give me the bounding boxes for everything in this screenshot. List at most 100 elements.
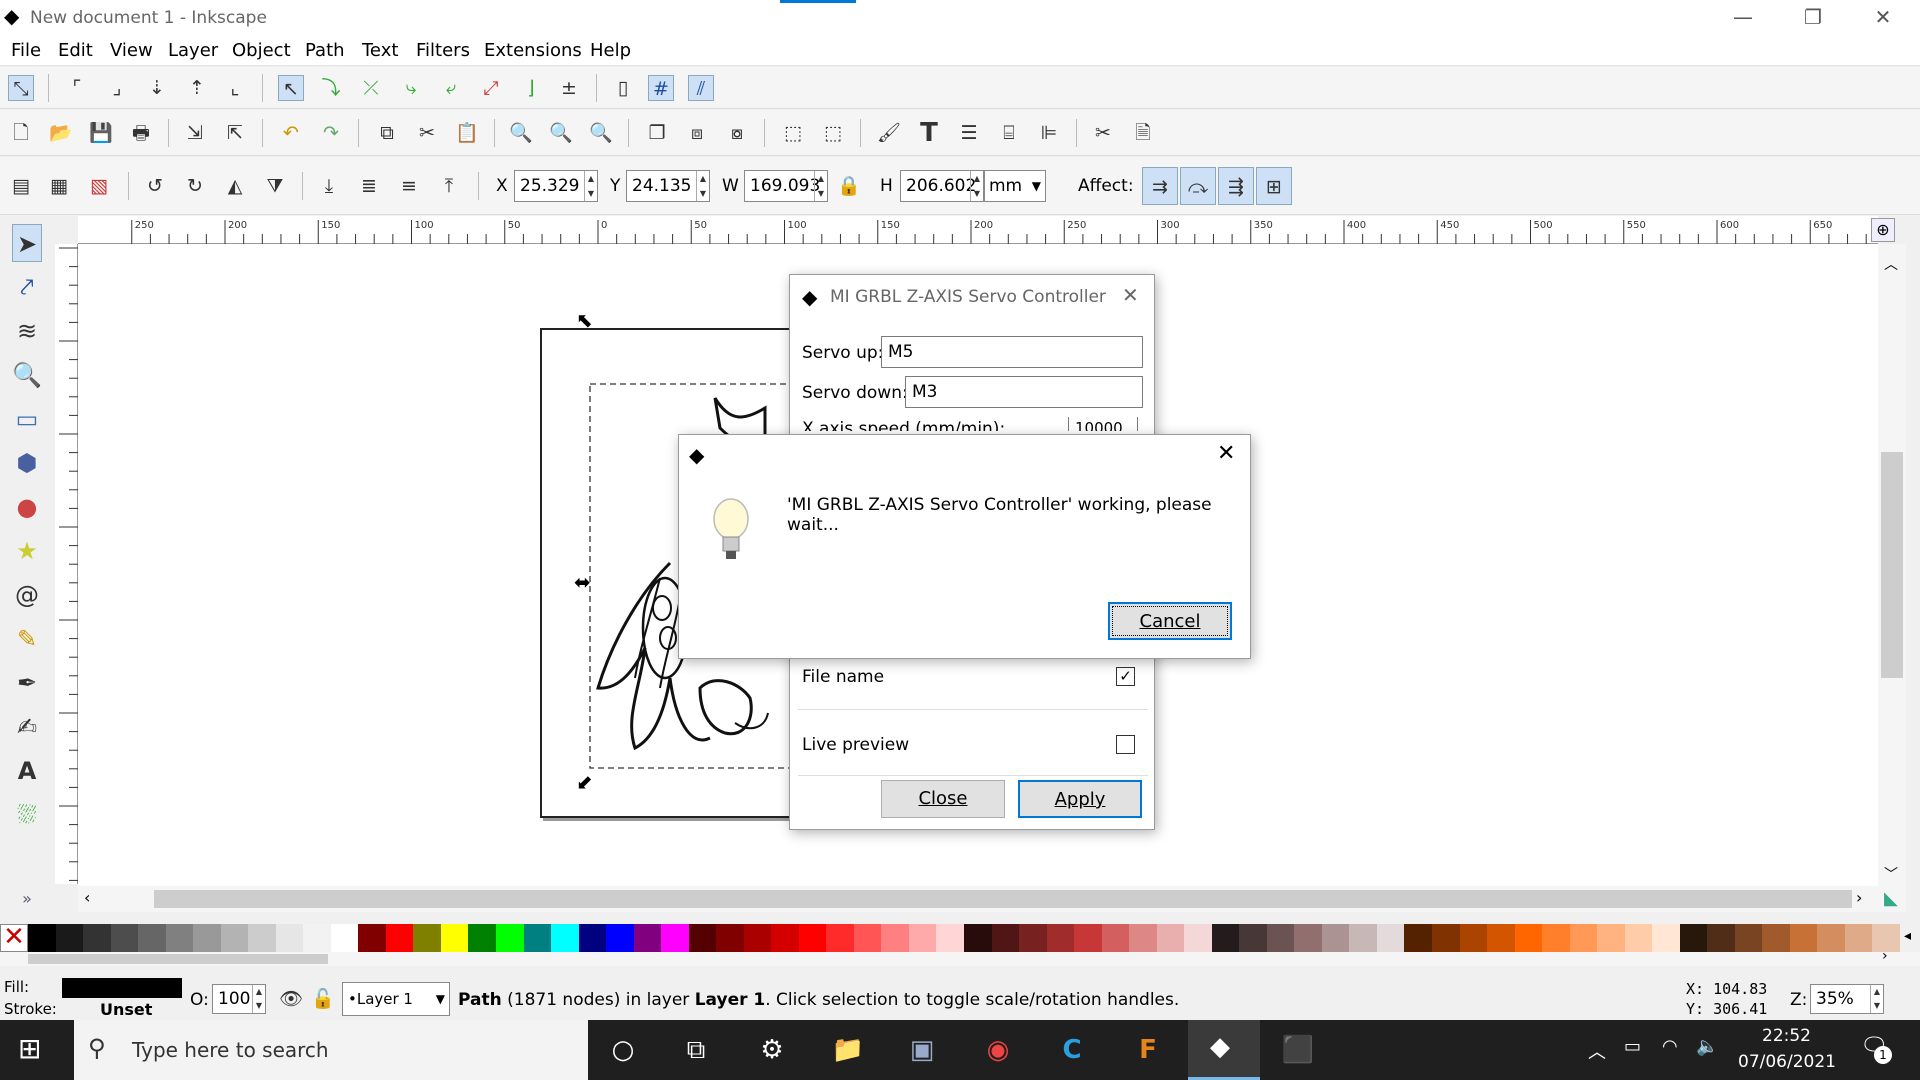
text-font-icon[interactable]: T bbox=[916, 120, 942, 146]
h-spinner-icon[interactable]: ▲ ▼ bbox=[970, 171, 983, 201]
print-icon[interactable]: 🖶 bbox=[128, 120, 154, 146]
zoom-spinner-icon[interactable]: ▲ ▼ bbox=[1870, 985, 1883, 1013]
color-managed-icon[interactable]: ◣ bbox=[1884, 888, 1898, 909]
expand-toolbox-icon[interactable]: » bbox=[12, 880, 42, 918]
undo-icon[interactable]: ↶ bbox=[278, 120, 304, 146]
clock-date[interactable]: 07/06/2021 bbox=[1738, 1052, 1836, 1072]
stroke-value[interactable]: Unset bbox=[100, 1000, 152, 1019]
xml-editor-icon[interactable]: ⌸ bbox=[996, 120, 1022, 146]
opacity-input[interactable]: 100 ▲ ▼ bbox=[212, 984, 266, 1014]
color-swatch[interactable] bbox=[1597, 924, 1625, 952]
color-swatch[interactable] bbox=[1156, 924, 1185, 952]
color-swatch[interactable] bbox=[1652, 924, 1680, 952]
y-input[interactable]: 24.135 ▲ ▼ bbox=[626, 170, 710, 202]
color-swatch[interactable] bbox=[385, 924, 414, 952]
deselect-icon[interactable]: ▧ bbox=[86, 173, 112, 199]
tweak-tool-icon[interactable]: ≋ bbox=[12, 312, 42, 350]
color-swatch[interactable] bbox=[661, 924, 689, 952]
color-swatch[interactable] bbox=[1376, 924, 1405, 952]
color-swatch[interactable] bbox=[1046, 924, 1075, 952]
layer-select[interactable]: •Layer 1 ▼ bbox=[342, 982, 450, 1016]
color-swatch[interactable] bbox=[1239, 924, 1267, 952]
volume-icon[interactable]: 🔈 bbox=[1696, 1036, 1718, 1057]
color-swatch[interactable] bbox=[303, 924, 331, 952]
color-swatch[interactable] bbox=[55, 924, 84, 952]
color-swatch[interactable] bbox=[28, 924, 56, 952]
color-swatch[interactable] bbox=[853, 924, 882, 952]
color-swatch[interactable] bbox=[1707, 924, 1735, 952]
winrar-icon[interactable]: ▣ bbox=[902, 1032, 942, 1068]
menu-object[interactable]: Object bbox=[232, 40, 291, 61]
color-swatch[interactable] bbox=[936, 924, 964, 952]
fill-stroke-icon[interactable]: 🖌 bbox=[876, 120, 902, 146]
color-swatch[interactable] bbox=[1019, 924, 1047, 952]
rotate-ccw-icon[interactable]: ↺ bbox=[142, 173, 168, 199]
align-distribute-icon[interactable]: ⊫ bbox=[1036, 120, 1062, 146]
color-swatch[interactable] bbox=[1817, 924, 1845, 952]
servo-down-input[interactable]: M3 bbox=[905, 376, 1143, 408]
color-swatch[interactable] bbox=[1184, 924, 1212, 952]
star-tool-icon[interactable]: ★ bbox=[12, 532, 42, 570]
cancel-button[interactable]: Cancel bbox=[1108, 602, 1232, 640]
scroll-left-icon[interactable]: ‹ bbox=[84, 888, 90, 907]
vertical-scroll-thumb[interactable] bbox=[1881, 452, 1903, 678]
snap-bbox-corner-icon[interactable]: ⇣ bbox=[144, 75, 170, 101]
color-swatch[interactable] bbox=[1211, 924, 1240, 952]
snap-intersection-icon[interactable]: ⤫ bbox=[358, 75, 384, 101]
color-swatch[interactable] bbox=[468, 924, 496, 952]
app-c-icon[interactable]: C bbox=[1052, 1032, 1092, 1068]
snap-toggle-icon[interactable]: ⤡ bbox=[8, 75, 34, 101]
snap-bbox-edge-icon[interactable]: ⌟ bbox=[104, 75, 130, 101]
lock-proportions-icon[interactable]: 🔒 bbox=[836, 173, 862, 199]
snap-bbox-icon[interactable]: ⌜ bbox=[64, 75, 90, 101]
chrome-icon[interactable]: ◉ bbox=[978, 1032, 1018, 1068]
raise-icon[interactable]: ≡ bbox=[396, 173, 422, 199]
color-swatch[interactable] bbox=[1349, 924, 1377, 952]
x-spinner-icon[interactable]: ▲ ▼ bbox=[584, 171, 597, 201]
paste-icon[interactable]: 📋 bbox=[454, 120, 480, 146]
calligraphy-tool-icon[interactable]: ✍ bbox=[12, 708, 42, 746]
color-swatch[interactable] bbox=[1844, 924, 1873, 952]
apply-button[interactable]: Apply bbox=[1018, 780, 1142, 818]
snap-guide-icon[interactable]: ⫽ bbox=[688, 75, 714, 101]
color-swatch[interactable] bbox=[1074, 924, 1102, 952]
color-swatch[interactable] bbox=[523, 924, 552, 952]
menu-edit[interactable]: Edit bbox=[58, 40, 93, 61]
file-name-checkbox[interactable]: ✓ bbox=[1116, 667, 1135, 686]
color-swatch[interactable] bbox=[881, 924, 909, 952]
zoom-input[interactable]: 35% ▲ ▼ bbox=[1810, 984, 1884, 1014]
servo-up-input[interactable]: M5 bbox=[881, 336, 1143, 368]
affect-patterns-icon[interactable]: ⊞ bbox=[1256, 167, 1292, 205]
close-window-button[interactable]: ✕ bbox=[1848, 0, 1918, 36]
y-spinner-icon[interactable]: ▲ ▼ bbox=[696, 171, 709, 201]
palette-scrollbar[interactable]: › bbox=[0, 948, 1920, 966]
menu-file[interactable]: File bbox=[11, 40, 41, 61]
color-swatch[interactable] bbox=[248, 924, 276, 952]
cut-icon[interactable]: ✂ bbox=[414, 120, 440, 146]
affect-gradients-icon[interactable]: ⇶ bbox=[1218, 167, 1254, 205]
color-swatch[interactable] bbox=[440, 924, 469, 952]
color-swatch[interactable] bbox=[1762, 924, 1790, 952]
text-tool-icon[interactable]: A bbox=[12, 752, 42, 790]
color-swatch[interactable] bbox=[688, 924, 717, 952]
notification-center-icon[interactable]: 🗨 1 bbox=[1860, 1034, 1892, 1064]
color-swatch[interactable] bbox=[138, 924, 166, 952]
affect-corners-icon[interactable]: ⤼ bbox=[1180, 167, 1216, 205]
color-swatch[interactable] bbox=[1487, 924, 1515, 952]
save-icon[interactable]: 💾 bbox=[88, 120, 114, 146]
affect-stroke-icon[interactable]: ⇉ bbox=[1142, 167, 1178, 205]
ungroup-icon[interactable]: ⬚ bbox=[820, 120, 846, 146]
snap-midpoint-icon[interactable]: ⤢ bbox=[478, 75, 504, 101]
zoom-selection-icon[interactable]: 🔍 bbox=[508, 120, 534, 146]
lower-icon[interactable]: ≣ bbox=[356, 173, 382, 199]
document-properties-icon[interactable]: 🗎 bbox=[1130, 120, 1156, 146]
color-swatch[interactable] bbox=[1101, 924, 1130, 952]
raise-top-icon[interactable]: ⤒ bbox=[436, 173, 462, 199]
color-swatch[interactable] bbox=[716, 924, 744, 952]
snap-rotation-center-icon[interactable]: ± bbox=[556, 75, 582, 101]
color-swatch[interactable] bbox=[330, 924, 359, 952]
color-swatch[interactable] bbox=[1404, 924, 1432, 952]
lower-bottom-icon[interactable]: ⤓ bbox=[316, 173, 342, 199]
color-swatch[interactable] bbox=[826, 924, 854, 952]
palette-scroll-thumb[interactable] bbox=[28, 954, 328, 964]
